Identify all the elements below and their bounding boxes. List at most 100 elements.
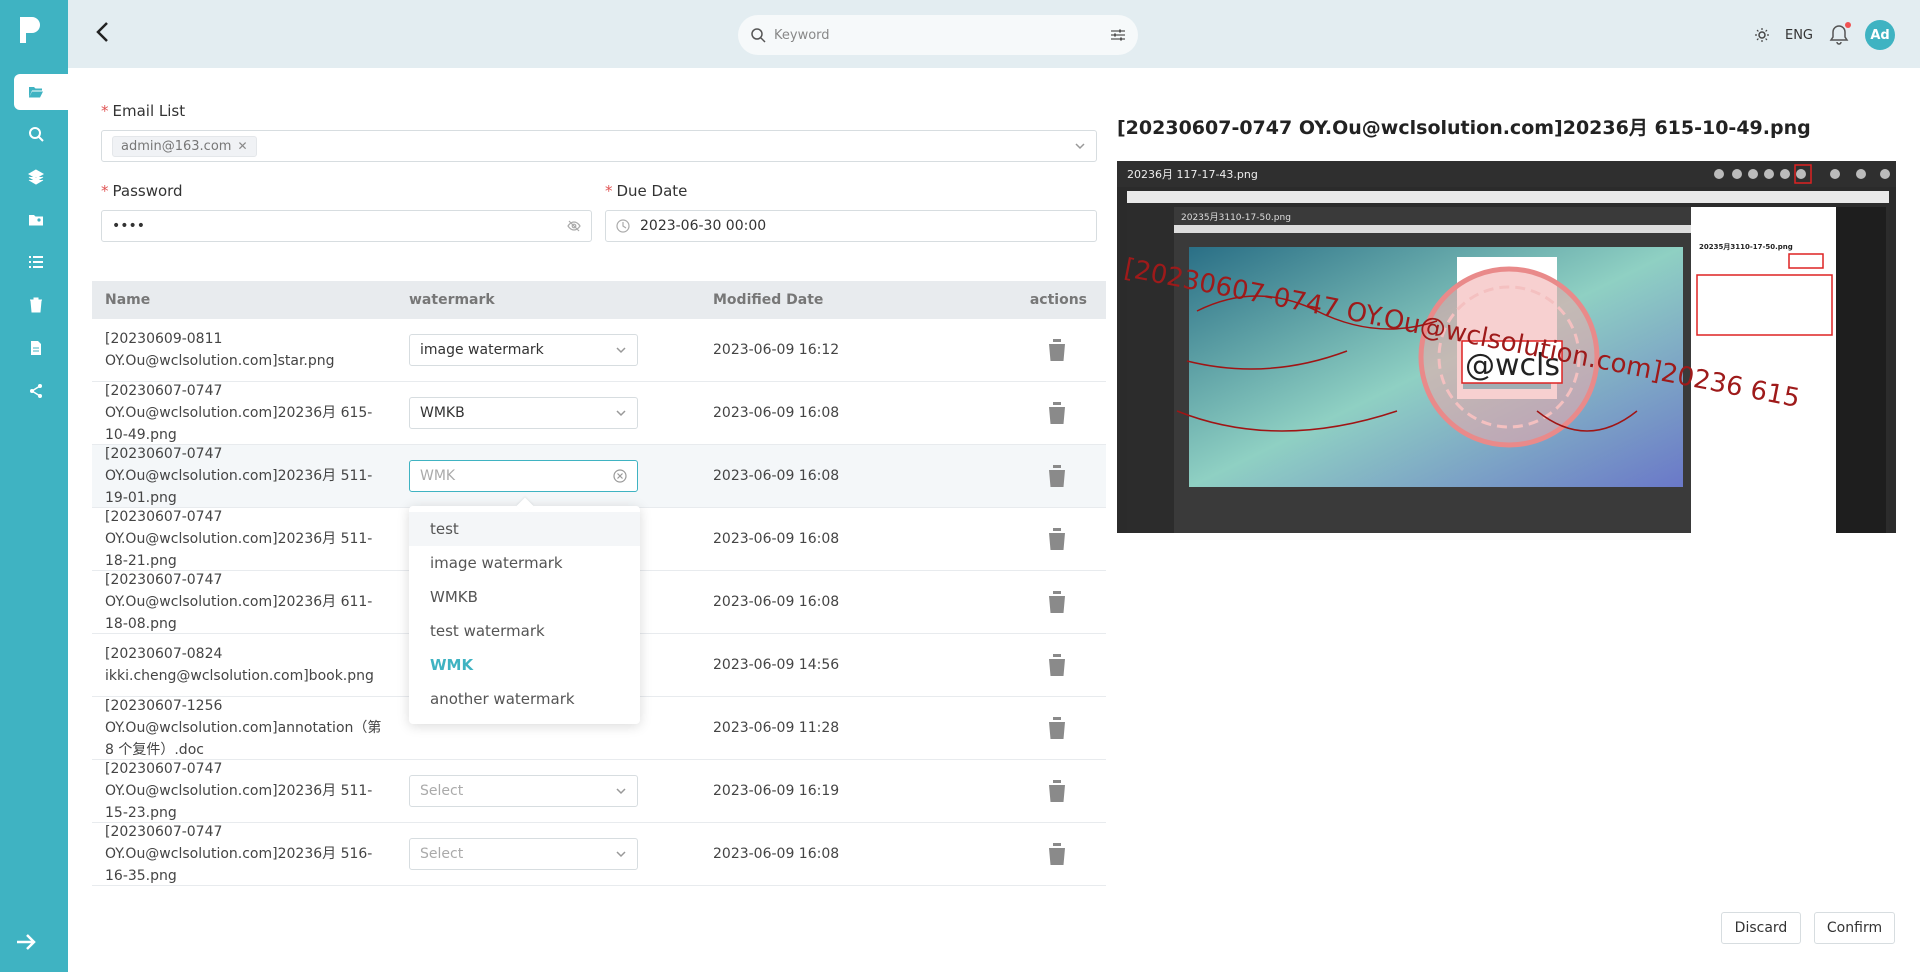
language-switch[interactable]: ENG [1785, 28, 1813, 43]
dropdown-option[interactable]: image watermark [409, 546, 640, 580]
watermark-select-open[interactable]: WMK [409, 460, 638, 492]
preview-inner-title: 20236月 117-17-43.png [1127, 168, 1258, 181]
modified-date: 2023-06-09 16:08 [713, 846, 840, 862]
trash-icon[interactable] [1045, 337, 1069, 363]
preview-panel-title: 20235月3110-17-50.png [1699, 243, 1793, 251]
search-input[interactable]: Keyword [738, 15, 1138, 55]
table-row: [20230607-0747 OY.Ou@wclsolution.com]202… [92, 445, 1106, 508]
dropdown-option[interactable]: test watermark [409, 614, 640, 648]
password-label: * Password [101, 182, 183, 200]
trash-icon[interactable] [1045, 841, 1069, 867]
discard-button[interactable]: Discard [1721, 912, 1801, 944]
sidebar-item-layers[interactable] [14, 159, 68, 195]
modified-date: 2023-06-09 16:19 [713, 783, 840, 799]
trash-icon[interactable] [1045, 652, 1069, 678]
chevron-down-icon [616, 347, 626, 354]
file-name: [20230607-1256 OY.Ou@wclsolution.com]ann… [105, 698, 382, 758]
clear-circle-icon[interactable] [613, 469, 627, 483]
header-modified-date: Modified Date [713, 292, 824, 308]
due-date-label: * Due Date [605, 182, 688, 200]
header-actions: actions [1029, 292, 1087, 308]
search-icon [751, 28, 766, 43]
due-date-picker[interactable]: 2023-06-30 00:00 [605, 210, 1097, 242]
notification-dot [1845, 22, 1851, 28]
trash-icon[interactable] [1045, 526, 1069, 552]
preview-image: 20236月 117-17-43.png 20235月3110-17-50.pn… [1117, 161, 1896, 533]
trash-icon[interactable] [1045, 778, 1069, 804]
file-name: [20230607-0747 OY.Ou@wclsolution.com]202… [105, 446, 373, 506]
task-list-icon [29, 256, 43, 268]
table-row: [20230607-0747 OY.Ou@wclsolution.com]202… [92, 382, 1106, 445]
table-row: [20230607-0747 OY.Ou@wclsolution.com]202… [92, 823, 1106, 886]
modified-date: 2023-06-09 16:08 [713, 531, 840, 547]
sidebar-item-share[interactable] [14, 373, 68, 409]
avatar[interactable]: Ad [1865, 20, 1895, 50]
clock-icon [616, 219, 630, 233]
sidebar-item-search[interactable] [14, 116, 68, 152]
email-tag: admin@163.com ✕ [112, 135, 257, 157]
back-arrow-icon[interactable] [92, 20, 114, 44]
chevron-down-icon [616, 410, 626, 417]
trash-icon[interactable] [1045, 589, 1069, 615]
folder-shared-icon [29, 215, 43, 226]
modified-date: 2023-06-09 16:12 [713, 342, 840, 358]
header-actions: ENG Ad [1754, 20, 1895, 50]
modified-date: 2023-06-09 16:08 [713, 405, 840, 421]
header-watermark: watermark [409, 292, 495, 308]
eye-hide-icon[interactable] [567, 220, 581, 232]
table-header: Name watermark Modified Date actions [92, 281, 1106, 319]
email-list-label: * Email List [101, 102, 186, 120]
file-name: [20230609-0811 OY.Ou@wclsolution.com]sta… [105, 331, 335, 369]
file-name: [20230607-0747 OY.Ou@wclsolution.com]202… [105, 383, 373, 443]
arrow-right-icon[interactable] [14, 930, 38, 954]
header-name: Name [105, 292, 151, 308]
file-name: [20230607-0824 ikki.cheng@wclsolution.co… [105, 646, 374, 684]
watermark-select[interactable]: image watermark [409, 334, 638, 366]
dropdown-option-selected[interactable]: WMK [409, 648, 640, 682]
dropdown-option[interactable]: WMKB [409, 580, 640, 614]
trash-icon[interactable] [1045, 715, 1069, 741]
folder-open-icon [29, 87, 43, 98]
watermark-dropdown: test image watermark WMKB test watermark… [409, 506, 640, 724]
email-list-select[interactable]: admin@163.com ✕ [101, 130, 1097, 162]
chevron-down-icon [1075, 143, 1085, 150]
share-icon [30, 384, 42, 398]
preview-nested-title: 20235月3110-17-50.png [1181, 212, 1291, 223]
modified-date: 2023-06-09 16:08 [713, 594, 840, 610]
watermark-select[interactable]: Select [409, 838, 638, 870]
modified-date: 2023-06-09 14:56 [713, 657, 840, 673]
sidebar-item-folder-shared[interactable] [14, 202, 68, 238]
table-row: [20230607-0747 OY.Ou@wclsolution.com]202… [92, 760, 1106, 823]
modified-date: 2023-06-09 16:08 [713, 468, 840, 484]
filter-sliders-icon[interactable] [1110, 27, 1126, 43]
trash-icon [30, 297, 42, 313]
sidebar-item-trash[interactable] [14, 287, 68, 323]
file-name: [20230607-0747 OY.Ou@wclsolution.com]202… [105, 509, 373, 569]
document-icon [31, 341, 41, 355]
preview-title: [20230607-0747 OY.Ou@wclsolution.com]202… [1117, 117, 1811, 139]
top-bar: Keyword ENG Ad [68, 0, 1920, 68]
sidebar-item-folder[interactable] [14, 74, 68, 110]
chevron-down-icon [616, 851, 626, 858]
preview-screenshot: 20236月 117-17-43.png 20235月3110-17-50.pn… [1117, 161, 1896, 533]
notification-bell[interactable] [1829, 22, 1851, 46]
table-row: [20230609-0811 OY.Ou@wclsolution.com]sta… [92, 319, 1106, 382]
file-name: [20230607-0747 OY.Ou@wclsolution.com]202… [105, 824, 373, 884]
search-placeholder: Keyword [774, 27, 830, 43]
trash-icon[interactable] [1045, 463, 1069, 489]
confirm-button[interactable]: Confirm [1814, 912, 1895, 944]
search-icon [29, 127, 44, 142]
password-field[interactable]: •••• [101, 210, 592, 242]
dropdown-option[interactable]: another watermark [409, 682, 640, 716]
sidebar-item-document[interactable] [14, 330, 68, 366]
watermark-select[interactable]: WMKB [409, 397, 638, 429]
watermark-select[interactable]: Select [409, 775, 638, 807]
sun-theme-icon[interactable] [1754, 28, 1769, 42]
sidebar-item-tasks[interactable] [14, 244, 68, 280]
dropdown-option[interactable]: test [409, 512, 640, 546]
modified-date: 2023-06-09 11:28 [713, 720, 840, 736]
trash-icon[interactable] [1045, 400, 1069, 426]
chevron-down-icon [616, 788, 626, 795]
tag-close-icon[interactable]: ✕ [237, 139, 247, 153]
app-logo [20, 17, 40, 43]
